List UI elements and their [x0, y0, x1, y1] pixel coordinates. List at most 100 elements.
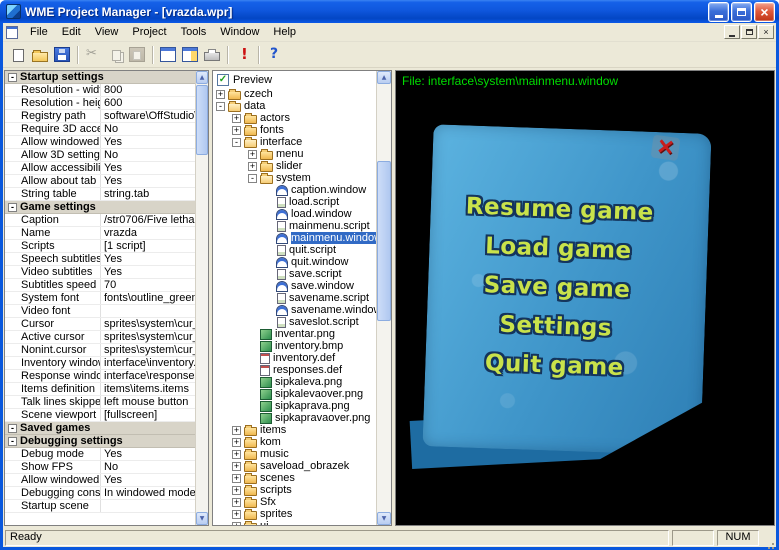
property-value[interactable]: Yes	[101, 175, 195, 187]
tree-item[interactable]: +fonts	[213, 124, 376, 136]
tree-item[interactable]: saveslot.script	[213, 316, 376, 328]
scroll-up-button[interactable]: ▲	[196, 71, 208, 84]
expander-icon[interactable]: +	[232, 462, 241, 471]
property-value[interactable]: Yes	[101, 266, 195, 278]
expander-icon[interactable]: +	[232, 438, 241, 447]
expander-icon[interactable]: +	[232, 510, 241, 519]
property-value[interactable]: sprites\system\cur_arrow.	[101, 331, 195, 343]
tree-item[interactable]: +Sfx	[213, 496, 376, 508]
run-game-button[interactable]	[232, 44, 254, 66]
property-value[interactable]: left mouse button	[101, 396, 195, 408]
tree-item[interactable]: mainmenu.script	[213, 220, 376, 232]
tree-item[interactable]: sipkaprava.png	[213, 400, 376, 412]
tree-item[interactable]: +menu	[213, 148, 376, 160]
property-section-header[interactable]: -Saved games	[5, 422, 195, 435]
tree-item[interactable]: +actors	[213, 112, 376, 124]
property-value[interactable]	[101, 305, 195, 317]
open-project-button[interactable]	[29, 44, 51, 66]
tree-item[interactable]: +ui	[213, 520, 376, 525]
tree-item[interactable]: inventory.def	[213, 352, 376, 364]
property-value[interactable]: [fullscreen]	[101, 409, 195, 421]
property-value[interactable]: 800	[101, 84, 195, 96]
menu-file[interactable]: File	[23, 24, 55, 40]
property-value[interactable]: sprites\system\cur_wait.sp	[101, 344, 195, 356]
property-value[interactable]: Yes	[101, 136, 195, 148]
property-value[interactable]: sprites\system\cur_arrow.	[101, 318, 195, 330]
tree-scrollbar[interactable]: ▲ ▼	[376, 71, 391, 525]
tree-item[interactable]: sipkalevaover.png	[213, 388, 376, 400]
collapse-icon[interactable]: -	[8, 73, 17, 82]
tree-item[interactable]: load.script	[213, 196, 376, 208]
expander-icon[interactable]: +	[232, 498, 241, 507]
expander-icon[interactable]: +	[232, 486, 241, 495]
tree-item[interactable]: +items	[213, 424, 376, 436]
expander-icon[interactable]: +	[232, 522, 241, 526]
expander-icon[interactable]: +	[232, 450, 241, 459]
tree-item[interactable]: load.window	[213, 208, 376, 220]
mdi-minimize-button[interactable]	[724, 25, 740, 39]
resize-grip[interactable]	[762, 530, 775, 546]
scroll-down-button[interactable]: ▼	[196, 512, 208, 525]
mdi-document-icon[interactable]	[6, 26, 18, 39]
property-section-header[interactable]: -Game settings	[5, 201, 195, 214]
property-value[interactable]: fonts\outline_green.font	[101, 292, 195, 304]
property-value[interactable]: Yes	[101, 448, 195, 460]
property-value[interactable]: string.tab	[101, 188, 195, 200]
property-value[interactable]: items\items.items	[101, 383, 195, 395]
title-bar[interactable]: WME Project Manager - [vrazda.wpr] ×	[0, 0, 779, 23]
expander-icon[interactable]: +	[248, 150, 257, 159]
property-value[interactable]: In windowed mode	[101, 487, 195, 499]
tree-item[interactable]: savename.window	[213, 304, 376, 316]
tree-item[interactable]: +czech	[213, 88, 376, 100]
tree-item[interactable]: +sprites	[213, 508, 376, 520]
menu-help[interactable]: Help	[266, 24, 303, 40]
tree-item[interactable]: sipkapravaover.png	[213, 412, 376, 424]
tree-item[interactable]: +slider	[213, 160, 376, 172]
scrollbar-thumb[interactable]	[377, 161, 391, 321]
collapse-icon[interactable]: -	[8, 424, 17, 433]
tree-item[interactable]: save.script	[213, 268, 376, 280]
property-value[interactable]	[101, 500, 195, 512]
tree-item[interactable]: sipkaleva.png	[213, 376, 376, 388]
save-button[interactable]	[51, 44, 73, 66]
tree-item[interactable]: -system	[213, 172, 376, 184]
view-project-tree-button[interactable]	[157, 44, 179, 66]
property-value[interactable]: interface\responses.def	[101, 370, 195, 382]
tree-item[interactable]: caption.window	[213, 184, 376, 196]
property-value[interactable]: vrazda	[101, 227, 195, 239]
menu-tools[interactable]: Tools	[174, 24, 214, 40]
property-value[interactable]: No	[101, 461, 195, 473]
maximize-button[interactable]	[731, 2, 752, 22]
print-button[interactable]	[201, 44, 223, 66]
preview-checkbox[interactable]: ✓	[217, 74, 229, 86]
property-value[interactable]: software\OffStudio\Sld	[101, 110, 195, 122]
tree-item[interactable]: -interface	[213, 136, 376, 148]
tree-item[interactable]: +kom	[213, 436, 376, 448]
property-value[interactable]: No	[101, 149, 195, 161]
expander-icon[interactable]: +	[232, 474, 241, 483]
expander-icon[interactable]: -	[232, 138, 241, 147]
new-file-button[interactable]	[7, 44, 29, 66]
tree-item[interactable]: savename.script	[213, 292, 376, 304]
tree-item[interactable]: inventory.bmp	[213, 340, 376, 352]
menu-view[interactable]: View	[88, 24, 126, 40]
expander-icon[interactable]: -	[216, 102, 225, 111]
property-section-header[interactable]: -Debugging settings	[5, 435, 195, 448]
tree-item[interactable]: responses.def	[213, 364, 376, 376]
scroll-up-button[interactable]: ▲	[377, 71, 391, 84]
property-value[interactable]: [1 script]	[101, 240, 195, 252]
property-value[interactable]: 70	[101, 279, 195, 291]
property-value[interactable]: No	[101, 123, 195, 135]
property-value[interactable]: Yes	[101, 162, 195, 174]
tree-item[interactable]: save.window	[213, 280, 376, 292]
tree-item[interactable]: quit.window	[213, 256, 376, 268]
collapse-icon[interactable]: -	[8, 203, 17, 212]
mdi-close-button[interactable]: ×	[758, 25, 774, 39]
close-button[interactable]: ×	[754, 2, 775, 22]
expander-icon[interactable]: +	[216, 90, 225, 99]
view-properties-button[interactable]	[179, 44, 201, 66]
tree-item[interactable]: +saveload_obrazek	[213, 460, 376, 472]
property-value[interactable]: Yes	[101, 474, 195, 486]
expander-icon[interactable]: +	[232, 114, 241, 123]
tree-item[interactable]: -data	[213, 100, 376, 112]
